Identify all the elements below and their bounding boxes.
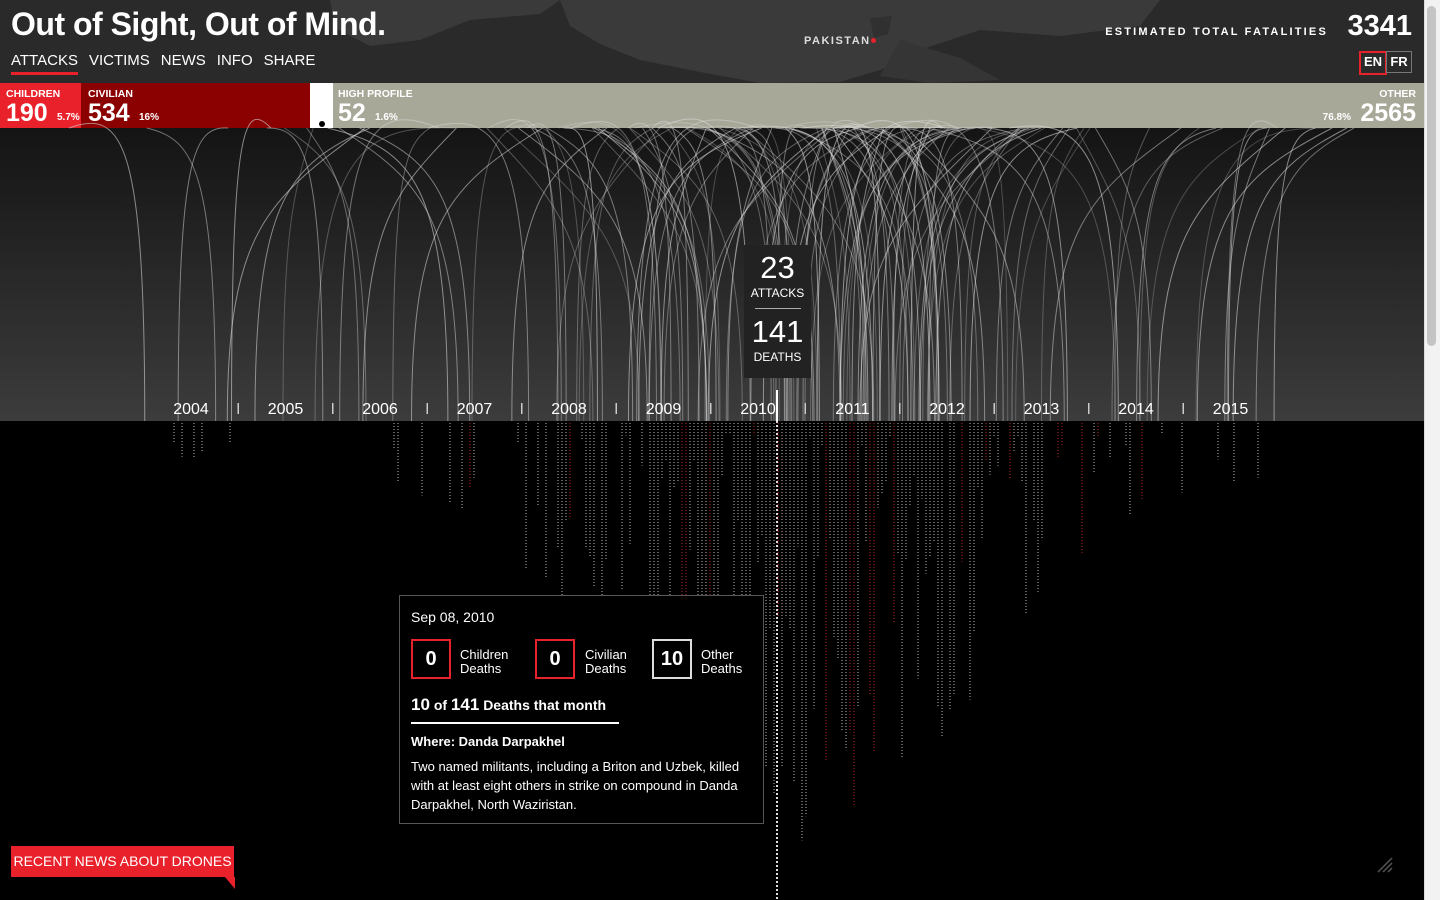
other-deaths-box: 10 bbox=[652, 639, 692, 679]
tooltip-deaths: 10 bbox=[411, 695, 430, 714]
year-label-2007[interactable]: 2007 bbox=[457, 401, 493, 418]
month-attacks-count: 23 bbox=[760, 250, 795, 285]
month-divider bbox=[754, 308, 801, 309]
tooltip-location: Where: Danda Darpakhel bbox=[411, 734, 565, 749]
year-label-2013[interactable]: 2013 bbox=[1024, 401, 1060, 418]
children-deaths-box: 0 bbox=[411, 639, 451, 679]
month-deaths-label: DEATHS bbox=[753, 350, 802, 364]
month-summary: 23 ATTACKS 141 DEATHS bbox=[744, 245, 811, 378]
children-deaths-label: Children Deaths bbox=[460, 647, 509, 676]
tooltip-summary: 10 of 141 Deaths that month bbox=[411, 695, 606, 715]
year-label-2014[interactable]: 2014 bbox=[1118, 401, 1154, 418]
year-label-2005[interactable]: 2005 bbox=[268, 401, 304, 418]
tooltip-date: Sep 08, 2010 bbox=[411, 609, 495, 625]
year-label-2015[interactable]: 2015 bbox=[1213, 401, 1249, 418]
news-button-corner bbox=[225, 877, 235, 889]
tooltip-month-total: 141 bbox=[450, 695, 480, 714]
tooltip-month-text: Deaths that month bbox=[483, 697, 607, 713]
month-deaths-count: 141 bbox=[751, 314, 804, 349]
year-label-2009[interactable]: 2009 bbox=[646, 401, 682, 418]
year-label-2011[interactable]: 2011 bbox=[835, 401, 870, 418]
civilian-deaths-label: Civilian Deaths bbox=[585, 647, 627, 676]
year-label-2008[interactable]: 2008 bbox=[551, 401, 587, 418]
tooltip-description: Two named militants, including a Briton … bbox=[411, 759, 740, 812]
scrollbar-thumb[interactable] bbox=[1427, 6, 1436, 346]
visualization-stage: Out of Sight, Out of Mind. ATTACKS VICTI… bbox=[0, 0, 1424, 900]
tooltip-divider bbox=[411, 722, 619, 724]
year-label-2012[interactable]: 2012 bbox=[929, 401, 965, 418]
resize-grip-icon[interactable] bbox=[1376, 856, 1394, 874]
year-label-2010[interactable]: 2010 bbox=[740, 401, 776, 418]
year-label-2006[interactable]: 2006 bbox=[362, 401, 398, 418]
recent-news-button[interactable]: RECENT NEWS ABOUT DRONES bbox=[11, 846, 234, 877]
year-label-2004[interactable]: 2004 bbox=[173, 401, 209, 418]
civilian-deaths-box: 0 bbox=[535, 639, 575, 679]
month-attacks-label: ATTACKS bbox=[750, 286, 805, 300]
tooltip-of: of bbox=[433, 697, 448, 713]
other-deaths-label: Other Deaths bbox=[701, 647, 743, 676]
attack-tooltip: Sep 08, 2010 0 Children Deaths 0 Civilia… bbox=[399, 595, 764, 824]
